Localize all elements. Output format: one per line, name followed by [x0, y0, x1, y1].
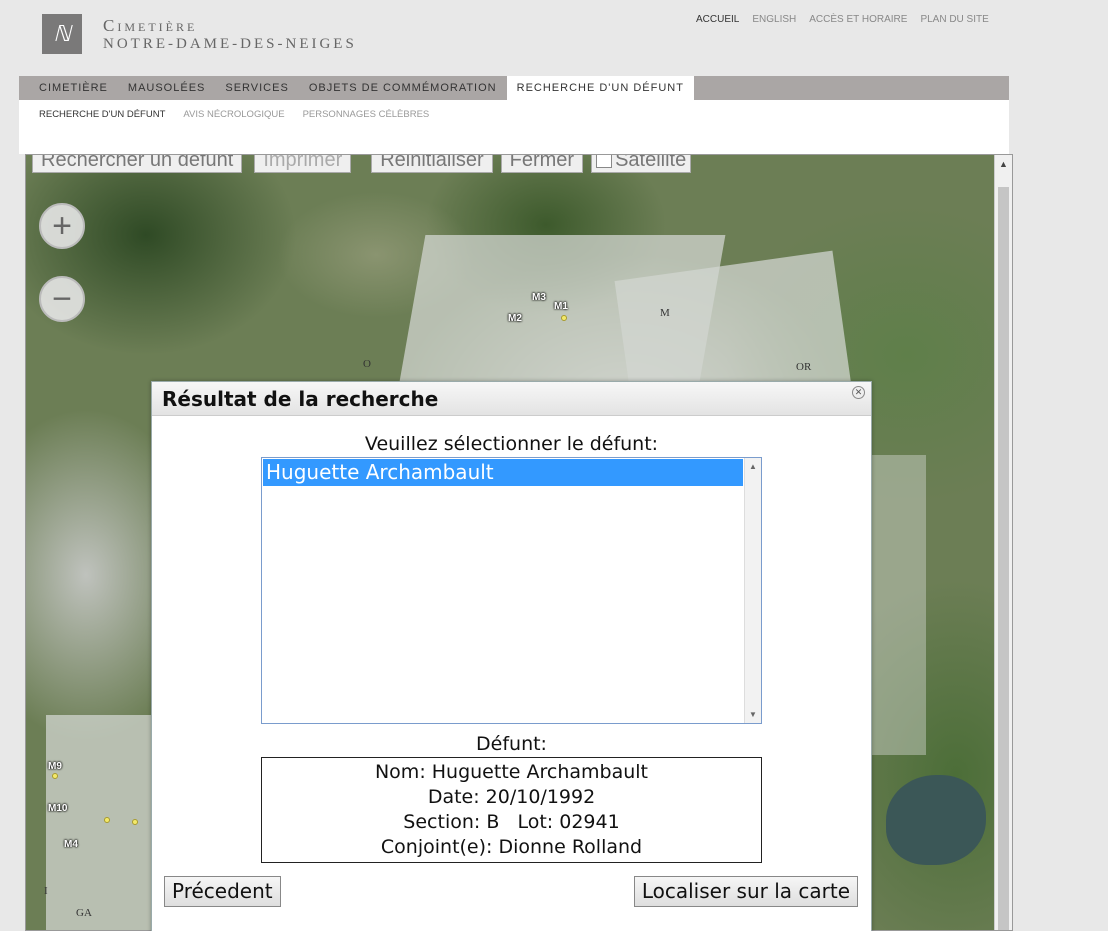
- topnav-accueil[interactable]: ACCUEIL: [696, 14, 739, 25]
- map-marker[interactable]: [104, 817, 110, 823]
- info-date: Date: 20/10/1992: [427, 786, 596, 808]
- list-item[interactable]: Huguette Archambault: [263, 459, 743, 486]
- subnav-personnages-celebres[interactable]: PERSONNAGES CÉLÈBRES: [303, 109, 430, 120]
- map-label: O: [363, 358, 371, 370]
- map-label: M9: [48, 761, 62, 772]
- map-lake: [886, 775, 986, 865]
- map-marker[interactable]: [561, 315, 567, 321]
- previous-button[interactable]: Précedent: [164, 876, 281, 907]
- search-result-dialog: Résultat de la recherche ✕ Veuillez séle…: [151, 381, 872, 931]
- map-section-area: [866, 455, 926, 755]
- info-conjoint: Conjoint(e): Dionne Rolland: [380, 836, 643, 858]
- topnav-plan-du-site[interactable]: PLAN DU SITE: [920, 14, 988, 25]
- scroll-up-icon[interactable]: ▲: [745, 458, 761, 475]
- locate-on-map-button[interactable]: Localiser sur la carte: [633, 876, 858, 907]
- map-label: M10: [48, 803, 68, 814]
- print-button[interactable]: Imprimer: [254, 155, 352, 173]
- dialog-title: Résultat de la recherche: [152, 382, 871, 416]
- map-toolbar: Rechercher un défunt Imprimer Réinitiali…: [32, 154, 692, 173]
- search-defunt-button[interactable]: Rechercher un défunt: [32, 155, 243, 173]
- satellite-toggle[interactable]: Satellite: [591, 154, 692, 173]
- mainnav-recherche-defunt[interactable]: RECHERCHE D'UN DÉFUNT: [506, 76, 694, 100]
- scrollbar-thumb[interactable]: [998, 187, 1009, 930]
- brand-line1: Cimetière: [103, 16, 198, 35]
- sub-nav: RECHERCHE D'UN DÉFUNT AVIS NÉCROLOGIQUE …: [39, 109, 429, 120]
- defunt-listbox[interactable]: Huguette Archambault ▲ ▼: [261, 457, 762, 724]
- map-label: OR: [796, 361, 812, 373]
- map-marker[interactable]: [132, 819, 138, 825]
- map-label: I: [44, 885, 48, 897]
- subnav-recherche-defunt[interactable]: RECHERCHE D'UN DÉFUNT: [39, 109, 165, 120]
- map-section-area: [46, 715, 156, 930]
- info-nom: Nom: Huguette Archambault: [374, 761, 649, 783]
- subnav-area: RECHERCHE D'UN DÉFUNT AVIS NÉCROLOGIQUE …: [19, 100, 1009, 154]
- top-nav: ACCUEIL ENGLISH ACCÈS ET HORAIRE PLAN DU…: [696, 14, 989, 25]
- brand-line2: NOTRE-DAME-DES-NEIGES: [103, 36, 357, 52]
- site-logo[interactable]: ℕ: [42, 14, 82, 54]
- map-label: M: [660, 307, 670, 319]
- site-brand[interactable]: Cimetière NOTRE-DAME-DES-NEIGES: [103, 16, 357, 54]
- page-scrollbar[interactable]: ▲: [994, 155, 1012, 930]
- mainnav-mausolees[interactable]: MAUSOLÉES: [118, 76, 215, 100]
- map-label: M3: [532, 292, 546, 303]
- scroll-up-icon[interactable]: ▲: [995, 155, 1012, 173]
- main-nav: CIMETIÈRE MAUSOLÉES SERVICES OBJETS DE C…: [19, 76, 1009, 100]
- map-label: M2: [508, 313, 522, 324]
- satellite-checkbox[interactable]: [596, 155, 613, 168]
- zoom-out-icon[interactable]: −: [39, 276, 85, 322]
- map-label: GA: [76, 907, 92, 919]
- scroll-down-icon[interactable]: ▼: [745, 706, 761, 723]
- satellite-label: Satellite: [615, 154, 687, 171]
- close-map-button[interactable]: Fermer: [500, 155, 584, 173]
- mainnav-objets-commemoration[interactable]: OBJETS DE COMMÉMORATION: [299, 76, 507, 100]
- close-icon[interactable]: ✕: [852, 386, 865, 399]
- listbox-scrollbar[interactable]: ▲ ▼: [744, 458, 761, 723]
- map-marker[interactable]: [52, 773, 58, 779]
- defunt-label: Défunt:: [476, 733, 547, 755]
- mainnav-services[interactable]: SERVICES: [215, 76, 298, 100]
- topnav-english[interactable]: ENGLISH: [752, 14, 796, 25]
- topnav-acces-horaire[interactable]: ACCÈS ET HORAIRE: [809, 14, 907, 25]
- zoom-in-icon[interactable]: +: [39, 203, 85, 249]
- reset-button[interactable]: Réinitialiser: [371, 155, 493, 173]
- defunt-info-box: Nom: Huguette Archambault Date: 20/10/19…: [261, 757, 762, 863]
- dialog-prompt: Veuillez sélectionner le défunt:: [364, 433, 659, 455]
- map-label: M1: [554, 301, 568, 312]
- mainnav-cimetiere[interactable]: CIMETIÈRE: [19, 76, 118, 100]
- map-label: M4: [64, 839, 78, 850]
- info-section-lot: Section: B Lot: 02941: [403, 811, 620, 833]
- subnav-avis-necrologique[interactable]: AVIS NÉCROLOGIQUE: [183, 109, 284, 120]
